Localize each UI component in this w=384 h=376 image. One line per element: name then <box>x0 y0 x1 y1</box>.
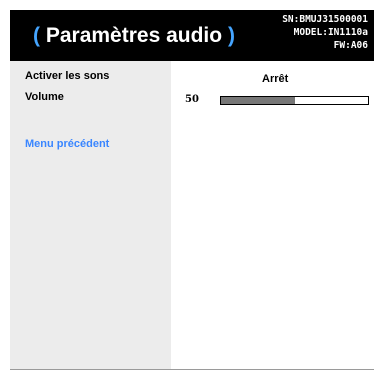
model-number: MODEL:IN1110a <box>293 27 368 38</box>
volume-slider-fill <box>221 97 295 104</box>
page-title: ( Paramètres audio ) <box>33 24 235 48</box>
header-bar: ( Paramètres audio ) SN:BMUJ31500001 MOD… <box>10 10 374 61</box>
title-open-paren: ( <box>33 24 40 47</box>
volume-slider[interactable] <box>220 96 369 105</box>
menu-panel: Activer les sons Volume Menu précédent A… <box>10 61 374 370</box>
osd-window: ( Paramètres audio ) SN:BMUJ31500001 MOD… <box>0 0 384 376</box>
settings-values-panel: Arrêt 50 <box>171 61 374 370</box>
menu-item-activer-les-sons[interactable]: Activer les sons <box>25 70 109 82</box>
bottom-divider <box>10 369 374 370</box>
firmware-version: FW:A06 <box>333 40 368 51</box>
device-info: SN:BMUJ31500001 MODEL:IN1110a FW:A06 <box>282 13 368 52</box>
title-text: Paramètres audio <box>45 24 223 47</box>
sound-value[interactable]: Arrêt <box>262 73 288 85</box>
serial-number: SN:BMUJ31500001 <box>282 14 368 25</box>
volume-number: 50 <box>185 94 199 105</box>
menu-item-back[interactable]: Menu précédent <box>25 138 109 150</box>
menu-item-volume[interactable]: Volume <box>25 91 64 103</box>
title-close-paren: ) <box>227 24 235 47</box>
